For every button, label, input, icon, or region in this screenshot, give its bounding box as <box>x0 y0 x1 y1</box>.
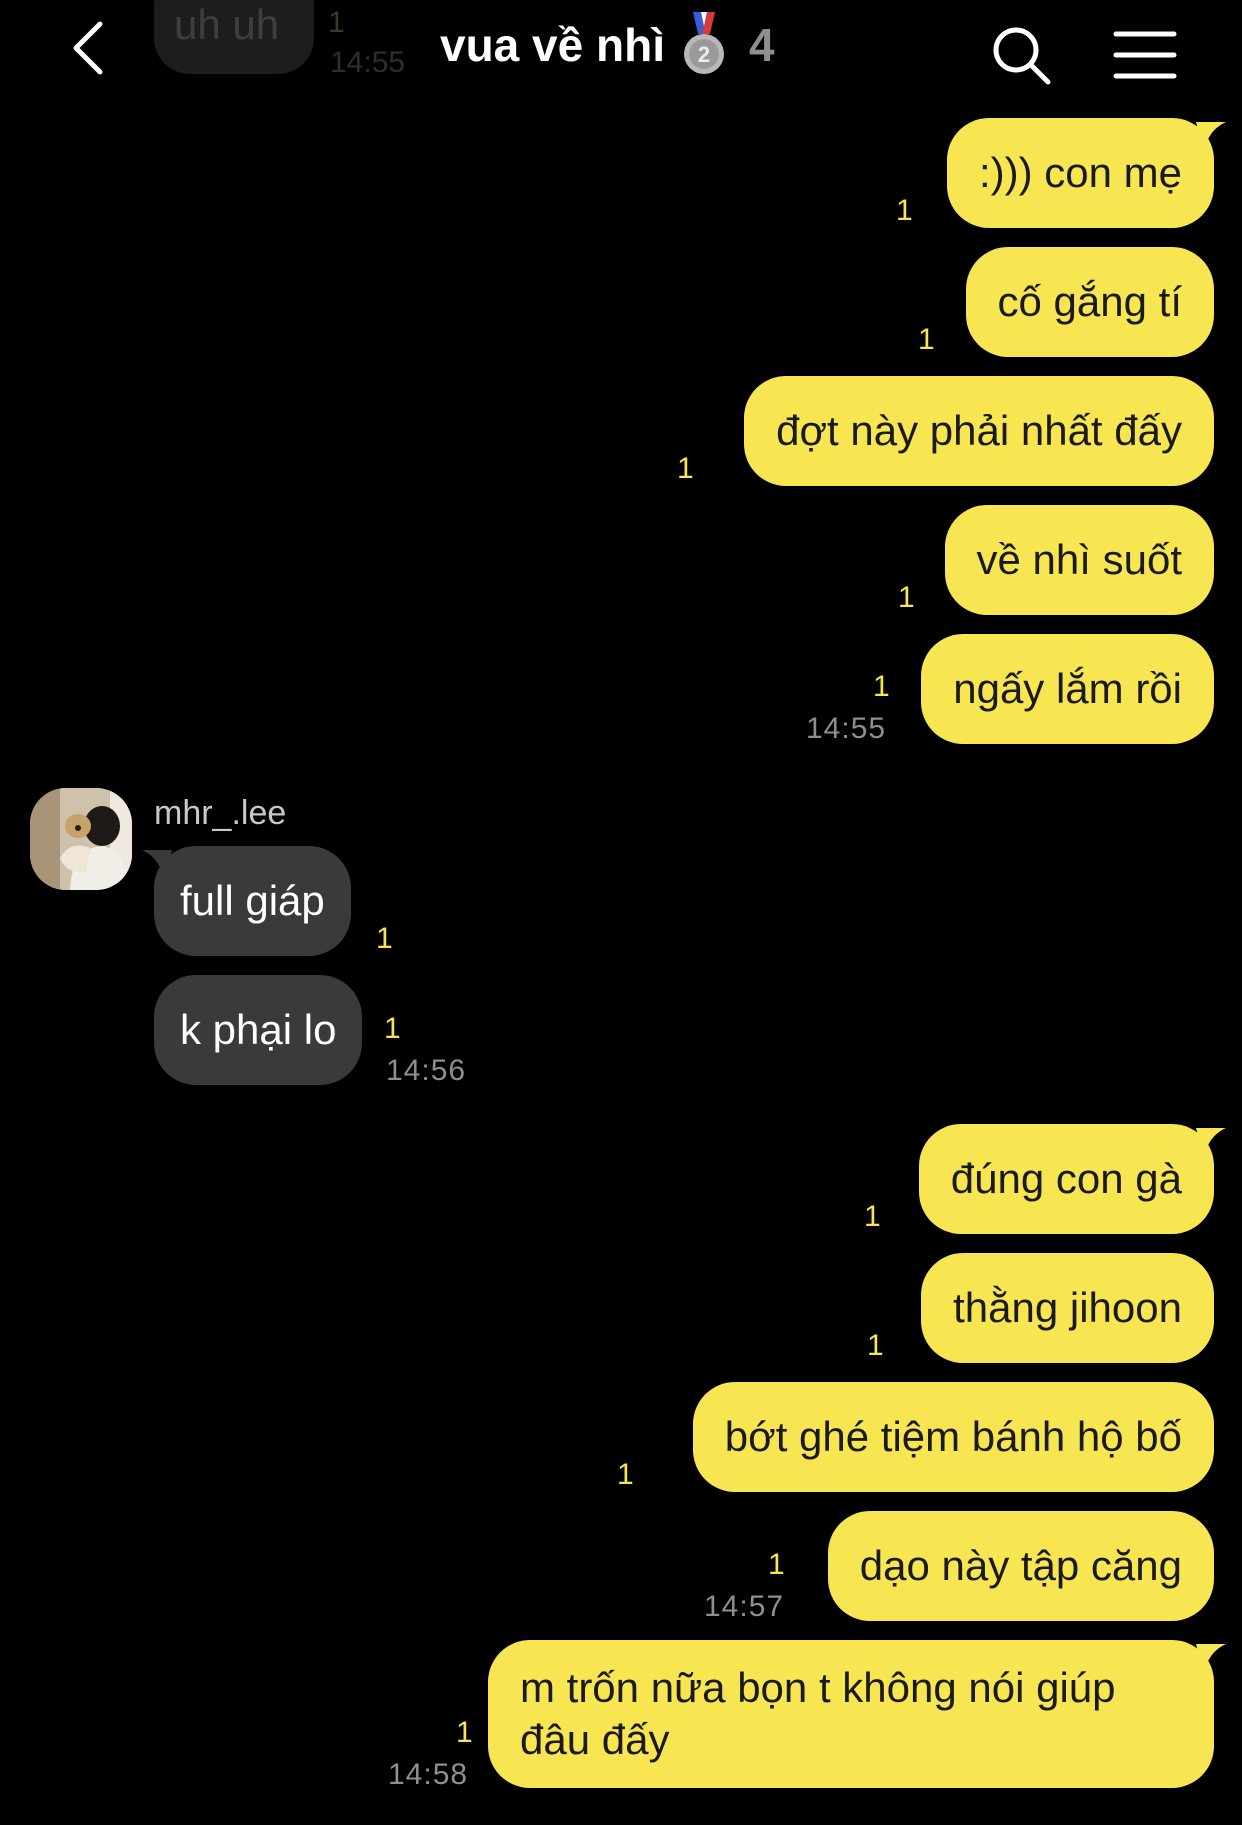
unread-count: 1 <box>376 922 393 955</box>
message-text: cố gắng tí <box>997 278 1182 325</box>
their-message-bubble[interactable]: k phại lo <box>154 975 363 1085</box>
unread-count: 1 <box>617 1458 634 1491</box>
message-text: m trốn nữa bọn t không nói giúp đâu đấy <box>520 1664 1116 1763</box>
unread-count: 1 <box>918 323 935 356</box>
message-time: 14:56 <box>386 1054 467 1087</box>
unread-count: 1 <box>896 194 913 227</box>
silver-medal-icon: 2 <box>683 12 724 74</box>
my-message-bubble[interactable]: m trốn nữa bọn t không nói giúp đâu đấy <box>488 1640 1226 1788</box>
unread-count: 1 <box>768 1548 785 1581</box>
unread-count: 1 <box>677 452 694 485</box>
member-count: 4 <box>748 19 775 71</box>
their-message-bubble[interactable]: full giáp <box>142 846 351 956</box>
chevron-left-icon <box>73 21 103 75</box>
svg-text:2: 2 <box>698 42 710 67</box>
my-message-bubble[interactable]: về nhì suốt <box>944 505 1214 615</box>
message-text: ngấy lắm rồi <box>953 665 1182 712</box>
search-button[interactable] <box>990 24 1054 88</box>
menu-button[interactable] <box>1112 28 1178 82</box>
my-message-bubble[interactable]: cố gắng tí <box>965 247 1214 357</box>
message-time: 14:55 <box>806 712 887 745</box>
message-text: đúng con gà <box>950 1155 1182 1202</box>
my-message-bubble[interactable]: đúng con gà <box>918 1124 1226 1234</box>
message-time: 14:57 <box>704 1590 785 1623</box>
message-text: bớt ghé tiệm bánh hộ bố <box>724 1413 1182 1460</box>
sender-name[interactable]: mhr_.lee <box>154 794 286 833</box>
profile-photo <box>30 788 132 890</box>
unread-count: 1 <box>867 1329 884 1362</box>
message-text: thằng jihoon <box>953 1284 1182 1331</box>
message-text: k phại lo <box>180 1006 337 1053</box>
message-text: đợt này phải nhất đấy <box>776 407 1182 454</box>
my-message-bubble[interactable]: thằng jihoon <box>921 1253 1214 1363</box>
message-text: full giáp <box>180 877 325 924</box>
hamburger-menu-icon <box>1113 31 1177 79</box>
message-text: về nhì suốt <box>976 536 1182 583</box>
bubble-tail <box>1196 1128 1226 1158</box>
unread-count: 1 <box>456 1716 473 1749</box>
bubble-tail <box>1196 1644 1226 1674</box>
my-message-bubble[interactable]: :))) con mẹ <box>946 118 1226 228</box>
message-time: 14:58 <box>388 1758 469 1791</box>
message-text: dạo này tập căng <box>859 1542 1182 1589</box>
unread-count: 1 <box>864 1200 881 1233</box>
search-icon <box>993 27 1051 85</box>
message-text: :))) con mẹ <box>978 149 1182 196</box>
my-message-bubble[interactable]: ngấy lắm rồi <box>921 634 1214 744</box>
avatar[interactable] <box>30 788 132 890</box>
unread-count: 1 <box>898 581 915 614</box>
bubble-tail <box>142 850 172 880</box>
chat-title: vua về nhì <box>440 19 665 71</box>
unread-count: 1 <box>384 1012 401 1045</box>
bubble-tail <box>1196 122 1226 152</box>
my-message-bubble[interactable]: đợt này phải nhất đấy <box>744 376 1214 486</box>
my-message-bubble[interactable]: bớt ghé tiệm bánh hộ bố <box>692 1382 1214 1492</box>
unread-count: 1 <box>873 670 890 703</box>
my-message-bubble[interactable]: dạo này tập căng <box>827 1511 1214 1621</box>
chat-header: vua về nhì 2 4 <box>0 0 1242 100</box>
chat-title-group[interactable]: vua về nhì 2 4 <box>440 10 775 80</box>
back-button[interactable] <box>58 8 118 88</box>
